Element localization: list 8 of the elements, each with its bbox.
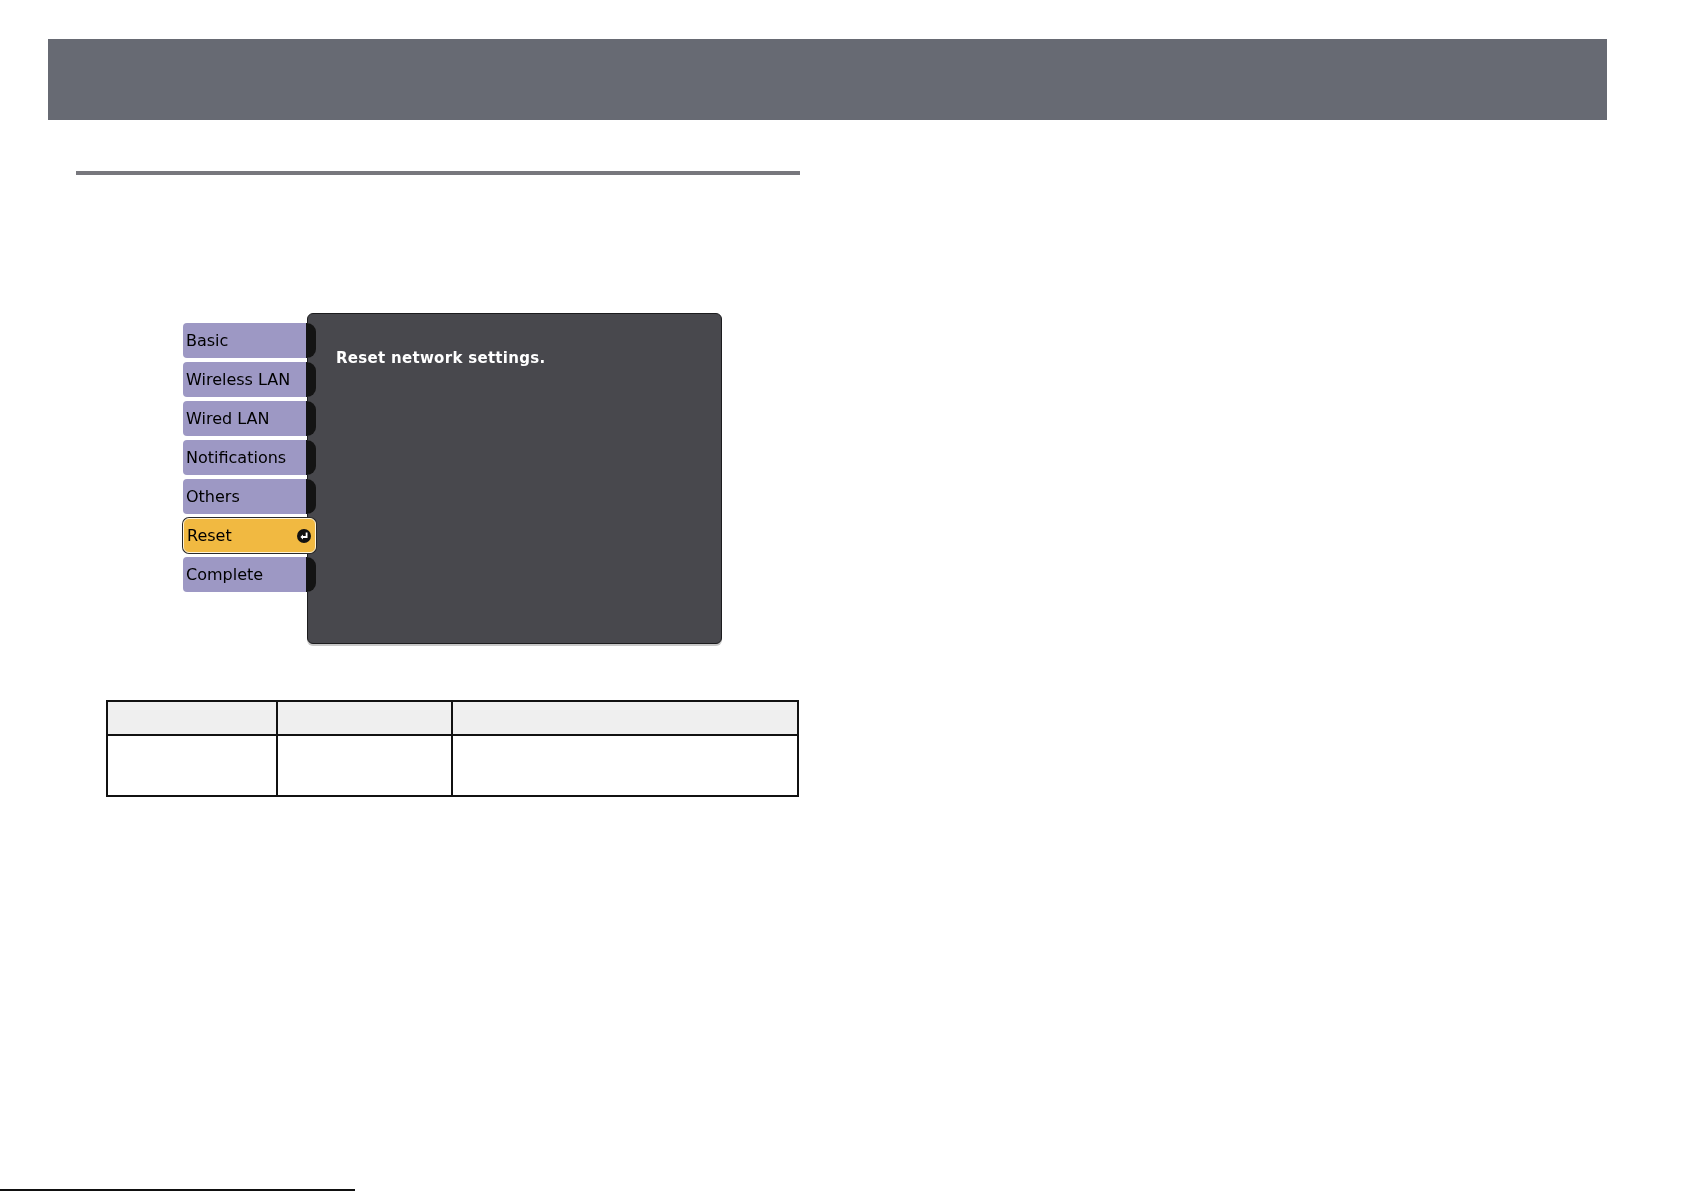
menu-tab[interactable]: Wired LAN <box>183 401 316 436</box>
menu-tab[interactable]: Reset <box>183 518 316 553</box>
menu-tab[interactable]: Complete <box>183 557 316 592</box>
panel-message: Reset network settings. <box>336 349 546 367</box>
menu-tab[interactable]: Basic <box>183 323 316 358</box>
menu-tab[interactable]: Notifications <box>183 440 316 475</box>
menu-tab[interactable]: Others <box>183 479 316 514</box>
menu-tab[interactable]: Wireless LAN <box>183 362 316 397</box>
